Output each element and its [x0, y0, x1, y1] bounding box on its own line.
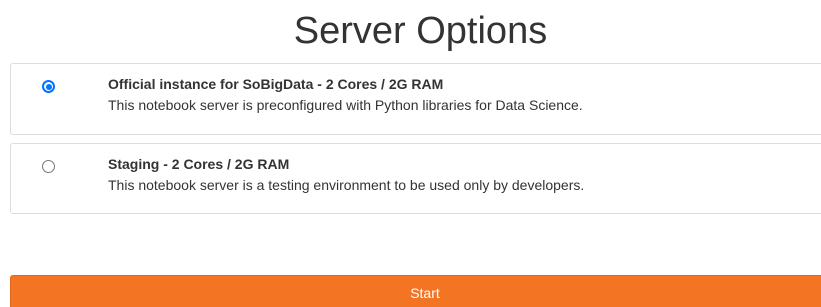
option-description: This notebook server is a testing enviro…: [108, 177, 585, 193]
server-option-staging[interactable]: Staging - 2 Cores / 2G RAM This notebook…: [10, 143, 821, 214]
radio-staging[interactable]: [42, 160, 55, 173]
start-button[interactable]: Start: [10, 275, 821, 307]
page-title: Server Options: [293, 10, 548, 52]
server-option-official[interactable]: Official instance for SoBigData - 2 Core…: [10, 63, 821, 135]
option-title: Official instance for SoBigData - 2 Core…: [108, 76, 444, 92]
option-title: Staging - 2 Cores / 2G RAM: [108, 156, 290, 172]
option-description: This notebook server is preconfigured wi…: [108, 97, 583, 113]
radio-official[interactable]: [42, 80, 55, 93]
server-options-page: Server Options Official instance for SoB…: [0, 0, 821, 307]
